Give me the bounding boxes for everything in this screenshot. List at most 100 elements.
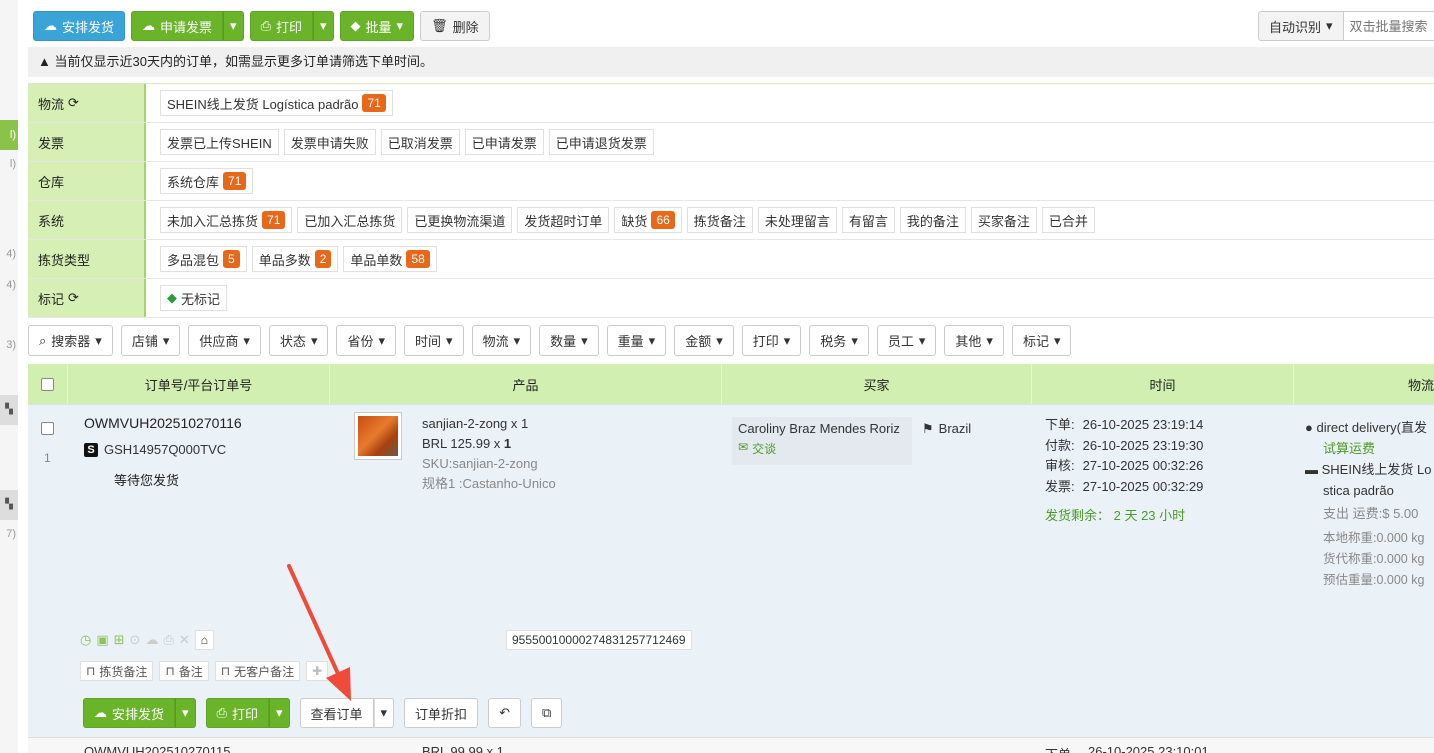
- time-label: 发票:: [1045, 478, 1075, 494]
- filter-chip[interactable]: SHEIN线上发货 Logística padrão 71: [160, 90, 393, 116]
- platform-order-number[interactable]: GSH14957Q000TVC: [104, 442, 226, 457]
- chip-label: 未加入汇总拣货: [167, 213, 259, 229]
- batch-dropdown-button[interactable]: ◆ 批量 ▾: [339, 11, 415, 41]
- filter-chip[interactable]: 发票已上传SHEIN: [160, 129, 279, 155]
- searcher-dropdown[interactable]: ⌕ 搜索器 ▾: [28, 325, 113, 356]
- supplier-dropdown[interactable]: 供应商 ▾: [188, 325, 261, 356]
- sitemap-icon[interactable]: ▚: [0, 395, 18, 425]
- map-marker-icon[interactable]: ⊙: [130, 632, 141, 648]
- home-icon[interactable]: ⌂: [194, 630, 215, 650]
- order-print-button[interactable]: ⎙ 打印: [205, 698, 269, 728]
- arrange-ship-button[interactable]: ☁ 安排发货: [33, 11, 126, 41]
- print-button[interactable]: ⎙ 打印: [249, 11, 313, 41]
- cloud-icon[interactable]: ☁: [145, 632, 158, 648]
- view-order-dropdown-toggle[interactable]: ▾: [373, 698, 395, 728]
- batch-search-input[interactable]: [1343, 11, 1434, 41]
- carrier-name: SHEIN线上发货 Lo: [1321, 462, 1432, 477]
- filter-chip[interactable]: 单品单数 58: [343, 246, 437, 272]
- filter-chip[interactable]: 已申请发票: [464, 129, 544, 155]
- filter-chip[interactable]: 未处理留言: [757, 207, 837, 233]
- order-discount-button[interactable]: 订单折扣: [404, 698, 479, 728]
- time-label: 下单:: [1045, 417, 1075, 432]
- time-dropdown[interactable]: 时间 ▾: [404, 325, 464, 356]
- product-thumbnail[interactable]: [354, 412, 402, 460]
- order-print-dropdown-toggle[interactable]: ▾: [268, 698, 290, 728]
- logistics-dropdown[interactable]: 物流 ▾: [471, 325, 532, 356]
- gift-icon[interactable]: ⊞: [114, 632, 125, 648]
- add-remark-button[interactable]: ✚: [306, 661, 329, 681]
- auto-detect-dropdown[interactable]: 自动识别 ▾: [1258, 11, 1344, 41]
- sitemap-icon[interactable]: ▚: [0, 490, 18, 520]
- chip-label: 已加入汇总拣货: [304, 213, 396, 229]
- order-checkbox[interactable]: [41, 422, 54, 435]
- filter-chip[interactable]: 已加入汇总拣货: [297, 207, 403, 233]
- staff-dropdown[interactable]: 员工 ▾: [876, 325, 937, 356]
- print-dropdown-toggle[interactable]: ▾: [312, 11, 334, 41]
- status-dropdown[interactable]: 状态 ▾: [268, 325, 329, 356]
- tracking-number[interactable]: 95550010000274831257712469: [506, 630, 692, 650]
- filter-chip[interactable]: 系统仓库 71: [160, 168, 254, 194]
- left-strip-item[interactable]: 7): [6, 528, 16, 540]
- filter-chip[interactable]: 买家备注: [970, 207, 1037, 233]
- filter-chip[interactable]: 有留言: [841, 207, 895, 233]
- trash-icon: 🗑: [431, 18, 448, 33]
- buyer-name[interactable]: Caroliny Braz Mendes Roriz: [732, 417, 912, 436]
- filter-chip[interactable]: 已取消发票: [380, 129, 460, 155]
- left-strip-item[interactable]: 4): [6, 248, 16, 260]
- next-order-number[interactable]: OWMVUH202510270115: [84, 744, 230, 753]
- left-strip-item[interactable]: 4): [6, 279, 16, 291]
- caret-down-icon: ▾: [783, 332, 791, 348]
- filter-chip[interactable]: 已合并: [1041, 207, 1095, 233]
- main-toolbar: ☁ 安排发货 ☁ 申请发票 ▾ ⎙ 打印 ▾ ◆ 批量 ▾ 🗑 删除: [33, 11, 490, 41]
- filter-chip[interactable]: 未加入汇总拣货 71: [160, 207, 293, 233]
- left-strip-item[interactable]: l): [10, 158, 16, 170]
- print-icon[interactable]: ⎙: [163, 632, 173, 648]
- refresh-icon[interactable]: ⟳: [68, 95, 79, 111]
- pick-remark-button[interactable]: ⊓ 拣货备注: [80, 661, 154, 681]
- chat-label: 交谈: [752, 442, 777, 456]
- province-dropdown[interactable]: 省份 ▾: [336, 325, 397, 356]
- left-strip-item-active[interactable]: l): [0, 120, 18, 150]
- product-title[interactable]: sanjian-2-zong x 1: [422, 414, 556, 434]
- amount-dropdown[interactable]: 金额 ▾: [674, 325, 734, 356]
- caret-down-icon: ▾: [918, 332, 926, 348]
- mark-dropdown[interactable]: 标记 ▾: [1011, 325, 1072, 356]
- filter-chip[interactable]: 拣货备注: [686, 207, 753, 233]
- chat-link[interactable]: ✉ 交谈: [732, 436, 912, 457]
- filter-chip[interactable]: 缺货 66: [614, 207, 682, 233]
- apply-invoice-button[interactable]: ☁ 申请发票: [131, 11, 224, 41]
- select-all-checkbox[interactable]: [41, 377, 54, 391]
- weight-dropdown[interactable]: 重量 ▾: [606, 325, 667, 356]
- trial-freight-link[interactable]: 试算运费: [1305, 438, 1434, 459]
- copy-button[interactable]: ⧉: [530, 698, 563, 728]
- close-icon[interactable]: ✕: [179, 632, 190, 648]
- clock-icon[interactable]: ◷: [80, 632, 91, 648]
- apply-invoice-dropdown-toggle[interactable]: ▾: [223, 11, 244, 41]
- order-number[interactable]: OWMVUH202510270116: [84, 415, 242, 431]
- filter-chip[interactable]: ◆ 无标记: [160, 285, 228, 311]
- time-ordered: 下单: 26-10-2025 23:19:14: [1045, 415, 1203, 436]
- left-strip-item[interactable]: 3): [6, 339, 16, 351]
- undo-button[interactable]: ↶: [488, 698, 521, 728]
- filter-chip[interactable]: 已申请退货发票: [548, 129, 654, 155]
- shop-dropdown[interactable]: 店铺 ▾: [120, 325, 181, 356]
- remark-button[interactable]: ⊓ 备注: [159, 661, 209, 681]
- arrange-ship-dropdown-toggle[interactable]: ▾: [175, 698, 196, 728]
- filter-chip[interactable]: 已更换物流渠道: [407, 207, 513, 233]
- time-value: 27-10-2025 00:32:26: [1082, 458, 1204, 473]
- print-filter-dropdown[interactable]: 打印 ▾: [741, 325, 802, 356]
- tax-dropdown[interactable]: 税务 ▾: [809, 325, 869, 356]
- money-icon[interactable]: ▣: [96, 632, 108, 648]
- other-dropdown[interactable]: 其他 ▾: [944, 325, 1004, 356]
- filter-chip[interactable]: 发票申请失败: [283, 129, 376, 155]
- view-order-button[interactable]: 查看订单: [299, 698, 374, 728]
- filter-chip[interactable]: 单品多数 2: [251, 246, 339, 272]
- delete-button[interactable]: 🗑 删除: [420, 11, 490, 41]
- quantity-dropdown[interactable]: 数量 ▾: [539, 325, 599, 356]
- filter-chip[interactable]: 多品混包 5: [160, 246, 247, 272]
- customer-remark-button[interactable]: ⊓ 无客户备注: [214, 661, 301, 681]
- filter-chip[interactable]: 我的备注: [899, 207, 966, 233]
- order-arrange-ship-button[interactable]: ☁ 安排发货: [83, 698, 176, 728]
- filter-chip[interactable]: 发货超时订单: [517, 207, 610, 233]
- refresh-icon[interactable]: ⟳: [68, 290, 79, 306]
